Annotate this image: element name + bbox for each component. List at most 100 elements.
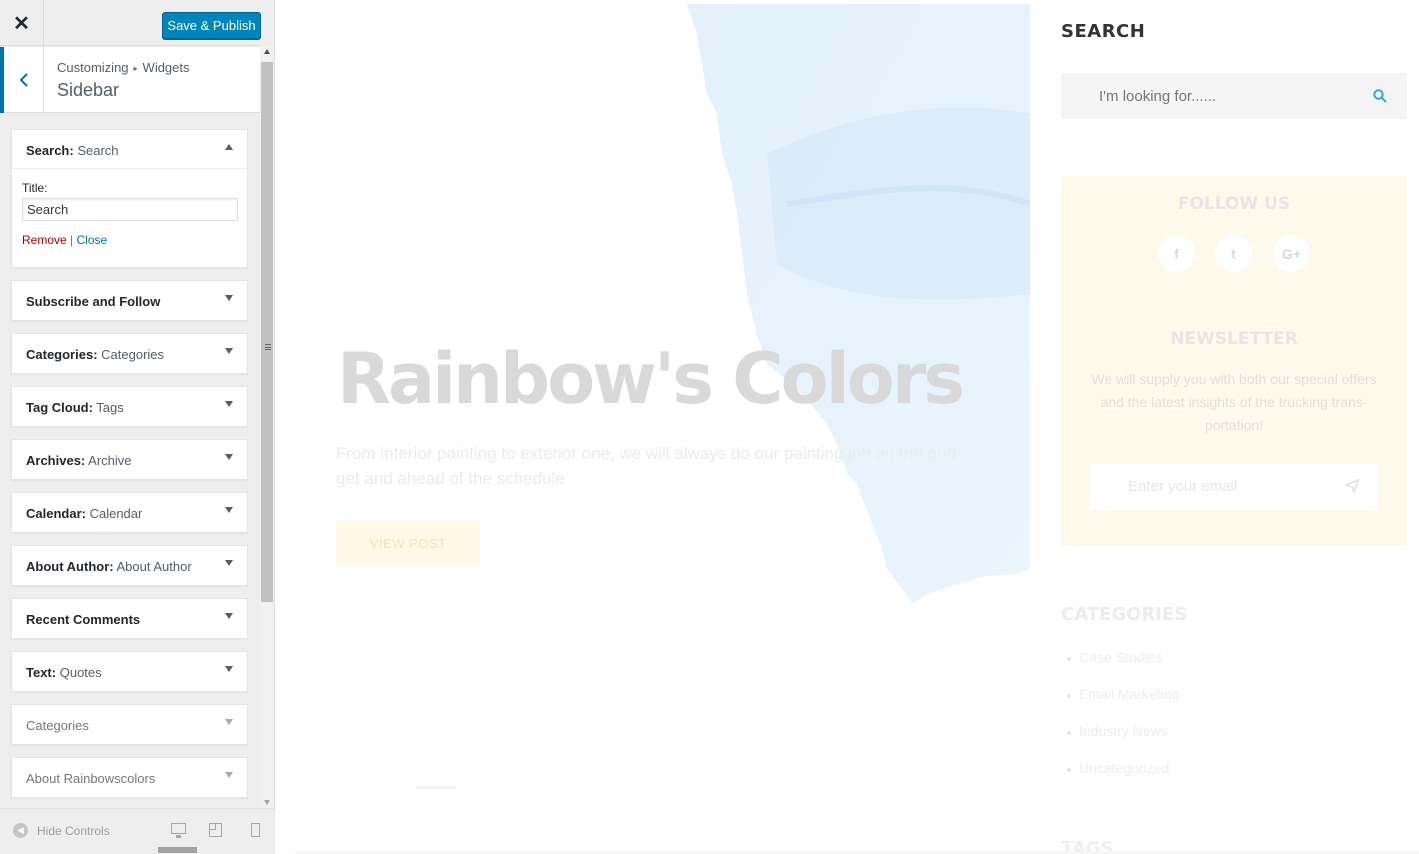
breadcrumb-root: Customizing (57, 60, 129, 75)
widget-actions: Remove | Close (22, 233, 237, 247)
search-input[interactable]: I'm looking for...... (1061, 73, 1407, 119)
hero-title: Rainbow's Colors (337, 338, 965, 420)
slider-indicator[interactable] (416, 786, 456, 789)
widget-title: Search: Search (26, 143, 119, 158)
send-icon[interactable] (1345, 479, 1359, 493)
breadcrumb-separator: ▸ (133, 64, 138, 73)
facebook-icon[interactable]: f (1158, 235, 1195, 272)
separator: | (70, 233, 74, 247)
title-label: Title: (22, 181, 48, 195)
panel-scrollbar[interactable] (260, 46, 274, 808)
categories-list: Case Studies Email Marketing Industry Ne… (1065, 649, 1179, 797)
widget-header[interactable]: Text: Quotes (12, 652, 247, 691)
widget-archives[interactable]: Archives: Archive (11, 439, 248, 480)
search-placeholder: I'm looking for...... (1099, 88, 1217, 105)
customizer-footer: ◀ Hide Controls (0, 808, 275, 854)
widget-header[interactable]: About Rainbowscolors (12, 758, 247, 797)
hero-paint-brush-image (687, 4, 1030, 604)
breadcrumb: Customizing ▸ Widgets (57, 60, 190, 75)
widget-title: Tag Cloud: Tags (26, 400, 124, 415)
section-header: Customizing ▸ Widgets Sidebar (0, 47, 260, 113)
customizer-header: ✕ Save & Publish (0, 0, 261, 46)
widget-header[interactable]: Tag Cloud: Tags (12, 387, 247, 426)
widget-form: Title: Remove | Close (12, 169, 247, 267)
expand-arrow-icon[interactable] (225, 719, 233, 725)
expand-arrow-icon[interactable] (225, 401, 233, 407)
widget-title: About Author: About Author (26, 559, 192, 574)
follow-newsletter-widget: FOLLOW US f t G+ NEWSLETTER We will supp… (1061, 176, 1407, 546)
grip-icon (265, 344, 271, 350)
widget-header[interactable]: Archives: Archive (12, 440, 247, 479)
view-post-button[interactable]: VIEW POST (336, 521, 480, 566)
category-link[interactable]: Email Marketing (1065, 686, 1179, 723)
widget-title: Calendar: Calendar (26, 506, 143, 521)
widget-header[interactable]: Subscribe and Follow (12, 281, 247, 320)
newsletter-email-input[interactable]: Enter your email (1090, 464, 1378, 510)
expand-arrow-icon[interactable] (225, 295, 233, 301)
tablet-preview-icon[interactable] (209, 823, 222, 837)
widget-title: Recent Comments (26, 612, 141, 627)
category-link[interactable]: Uncategorized (1065, 760, 1179, 797)
widget-header[interactable]: Calendar: Calendar (12, 493, 247, 532)
widget-header[interactable]: Categories: Categories (12, 334, 247, 373)
categories-title: CATEGORIES (1061, 604, 1188, 625)
hero-description: From interior painting to exterior one, … (336, 444, 956, 488)
site-preview: Rainbow's Colors From interior painting … (275, 0, 1419, 854)
widget-text-quotes[interactable]: Text: Quotes (11, 651, 248, 692)
expand-arrow-icon[interactable] (225, 666, 233, 672)
expand-arrow-icon[interactable] (225, 454, 233, 460)
widget-about-author[interactable]: About Author: About Author (11, 545, 248, 586)
desktop-preview-icon[interactable] (171, 823, 186, 838)
save-publish-button[interactable]: Save & Publish (162, 12, 261, 39)
widget-tag-cloud[interactable]: Tag Cloud: Tags (11, 386, 248, 427)
search-widget-title: SEARCH (1061, 21, 1146, 42)
widget-header[interactable]: About Author: About Author (12, 546, 247, 585)
hide-controls-button[interactable]: Hide Controls (37, 824, 110, 838)
remove-link[interactable]: Remove (22, 233, 67, 247)
widget-recent-comments[interactable]: Recent Comments (11, 598, 248, 639)
expand-arrow-icon[interactable] (225, 772, 233, 778)
widget-title: Categories: Categories (26, 347, 165, 362)
breadcrumb-current: Widgets (142, 60, 190, 75)
close-icon[interactable]: ✕ (0, 0, 44, 46)
widget-title: Text: Quotes (26, 665, 102, 680)
widget-header[interactable]: Search: Search (12, 130, 247, 169)
widget-header[interactable]: Categories (12, 705, 247, 744)
scrollbar-thumb[interactable] (261, 62, 273, 602)
category-link[interactable]: Industry News (1065, 723, 1179, 760)
collapse-arrow-icon[interactable] (225, 144, 233, 150)
widget-list: Search: Search Title: Remove | Close Sub… (11, 129, 248, 810)
widget-title: About Rainbowscolors (26, 771, 156, 786)
category-link[interactable]: Case Studies (1065, 649, 1179, 686)
newsletter-title: NEWSLETTER (1170, 329, 1298, 349)
widget-subscribe-follow[interactable]: Subscribe and Follow (11, 280, 248, 321)
widget-title: Categories (26, 718, 89, 733)
widget-search: Search: Search Title: Remove | Close (11, 129, 248, 268)
follow-us-title: FOLLOW US (1177, 194, 1291, 214)
expand-arrow-icon[interactable] (225, 507, 233, 513)
widget-calendar[interactable]: Calendar: Calendar (11, 492, 248, 533)
section-title: Sidebar (57, 80, 120, 100)
expand-arrow-icon[interactable] (225, 560, 233, 566)
scroll-down-arrow-icon[interactable] (264, 800, 270, 805)
customizer-panel: ✕ Save & Publish Customizing ▸ Widgets Sid… (0, 0, 275, 854)
collapse-left-icon[interactable]: ◀ (13, 823, 28, 838)
close-link[interactable]: Close (77, 233, 108, 247)
back-arrow-icon[interactable] (0, 47, 44, 113)
google-plus-icon[interactable]: G+ (1273, 235, 1310, 272)
twitter-icon[interactable]: t (1215, 235, 1252, 272)
search-icon[interactable] (1373, 89, 1387, 103)
widget-categories-2[interactable]: Categories (11, 704, 248, 745)
email-placeholder: Enter your email (1128, 478, 1238, 495)
newsletter-text: We will supply you with both our special… (1091, 371, 1377, 433)
title-field[interactable] (22, 198, 238, 221)
widget-header[interactable]: Recent Comments (12, 599, 247, 638)
expand-arrow-icon[interactable] (225, 348, 233, 354)
active-device-indicator (158, 847, 197, 853)
scroll-up-arrow-icon[interactable] (264, 49, 270, 54)
mobile-preview-icon[interactable] (251, 823, 260, 837)
widget-title: Subscribe and Follow (26, 294, 161, 309)
expand-arrow-icon[interactable] (225, 613, 233, 619)
widget-about-rainbowscolors[interactable]: About Rainbowscolors (11, 757, 248, 798)
widget-categories[interactable]: Categories: Categories (11, 333, 248, 374)
